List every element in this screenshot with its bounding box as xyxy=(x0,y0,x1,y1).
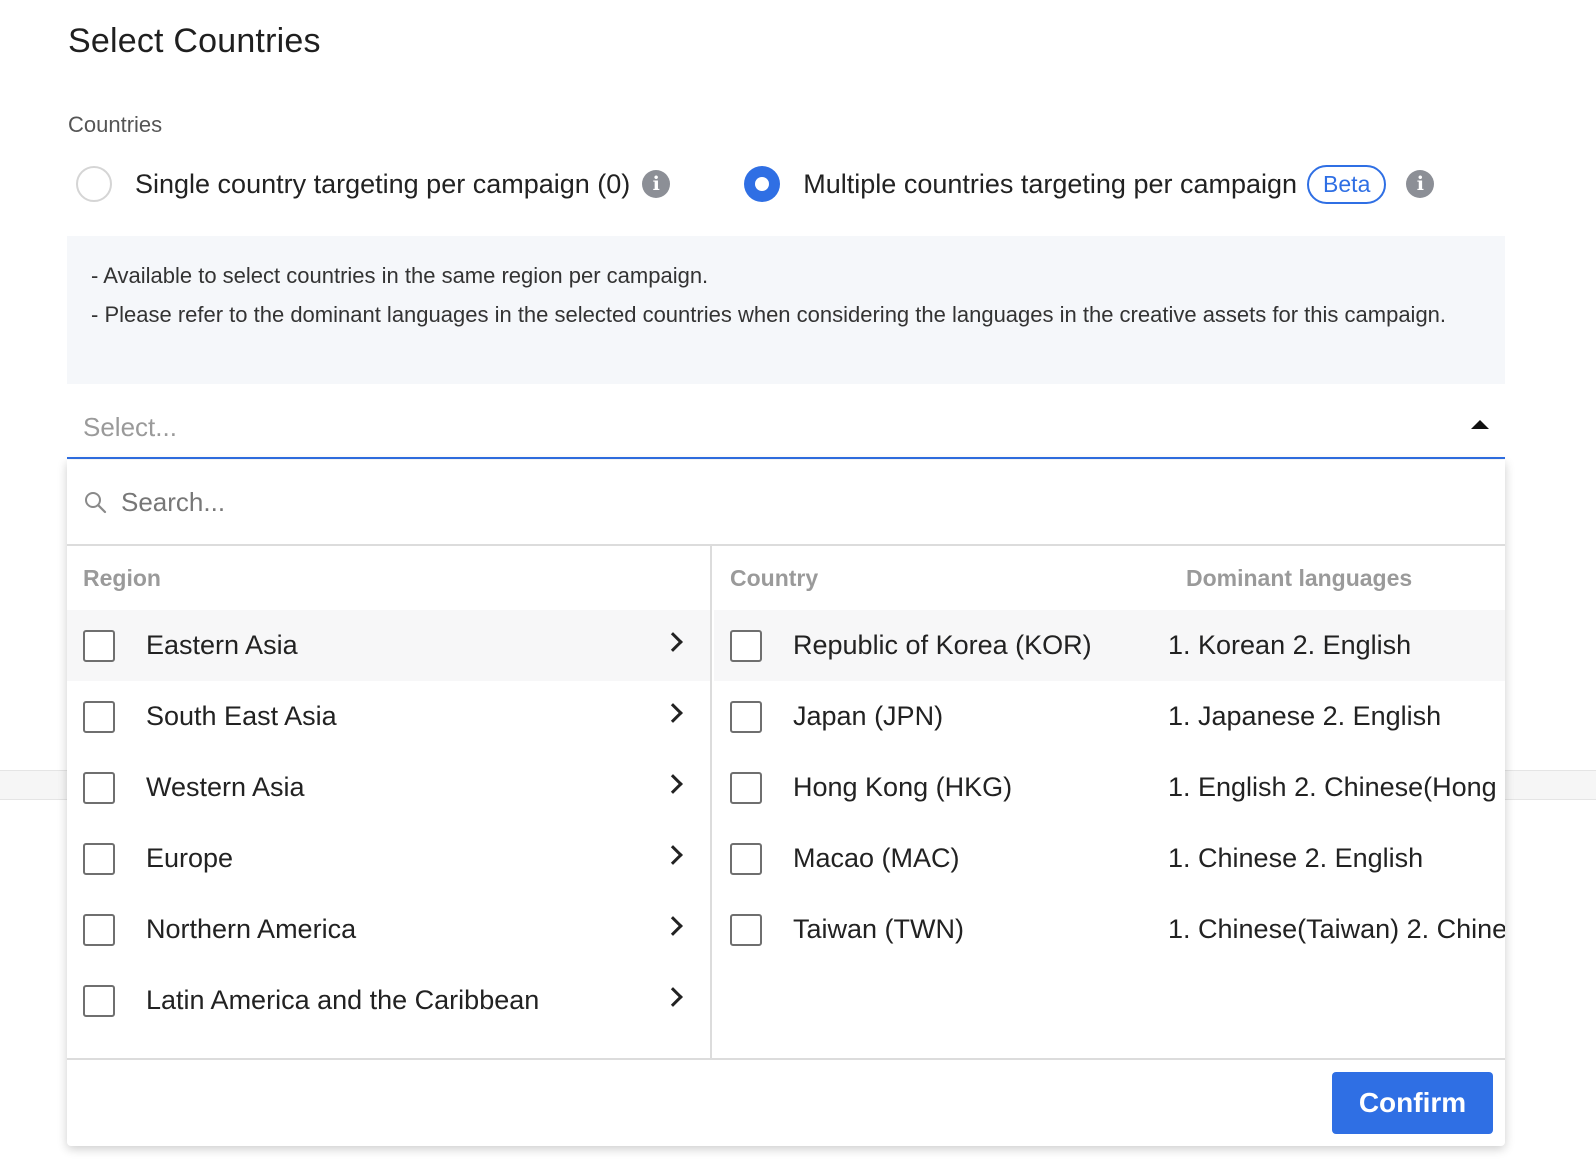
country-languages: 1. Japanese 2. English xyxy=(1168,701,1442,731)
country-list: Republic of Korea (KOR) 1. Korean 2. Engl… xyxy=(714,610,1505,965)
chevron-right-icon[interactable] xyxy=(663,632,683,652)
beta-badge: Beta xyxy=(1307,164,1387,204)
select-placeholder: Select... xyxy=(83,412,177,442)
country-languages: 1. Chinese 2. English xyxy=(1168,843,1424,873)
single-country-radio[interactable] xyxy=(76,166,112,202)
region-row[interactable]: Eastern Asia xyxy=(67,610,710,681)
page-title: Select Countries xyxy=(68,22,321,60)
country-checkbox[interactable] xyxy=(730,842,762,875)
country-name[interactable]: Hong Kong (HKG) xyxy=(793,772,1165,803)
chevron-right-icon[interactable] xyxy=(663,916,683,936)
single-country-option[interactable]: Single country targeting per campaign (0… xyxy=(76,166,671,202)
region-row[interactable]: Latin America and the Caribbean xyxy=(67,965,710,1036)
confirm-button[interactable]: Confirm xyxy=(1332,1072,1493,1134)
region-checkbox[interactable] xyxy=(83,700,115,733)
country-name[interactable]: Macao (MAC) xyxy=(793,843,1165,874)
region-row[interactable]: Europe xyxy=(67,823,710,894)
chevron-right-icon[interactable] xyxy=(663,703,683,723)
chevron-right-icon[interactable] xyxy=(663,845,683,865)
region-label[interactable]: Europe xyxy=(146,843,233,874)
country-panel: Country Dominant languages Republic of K… xyxy=(714,546,1505,1058)
multiple-countries-option[interactable]: Multiple countries targeting per campaig… xyxy=(744,164,1435,204)
countries-section-label: Countries xyxy=(68,112,163,137)
country-checkbox[interactable] xyxy=(730,700,762,733)
country-column-header: Country Dominant languages xyxy=(714,546,1505,610)
region-checkbox[interactable] xyxy=(83,842,115,875)
region-header-label: Region xyxy=(83,565,161,591)
region-label[interactable]: South East Asia xyxy=(146,701,337,732)
region-checkbox[interactable] xyxy=(83,771,115,804)
search-input[interactable] xyxy=(121,480,821,524)
dropdown-footer: Confirm xyxy=(67,1058,1505,1146)
region-label[interactable]: Eastern Asia xyxy=(146,630,298,661)
region-column-header: Region xyxy=(67,546,710,610)
country-header-label: Country xyxy=(730,565,819,591)
single-country-label[interactable]: Single country targeting per campaign (0… xyxy=(135,169,630,200)
country-row[interactable]: Hong Kong (HKG) 1. English 2. Chinese(Hon… xyxy=(714,752,1505,823)
country-name[interactable]: Japan (JPN) xyxy=(793,701,1165,732)
region-checkbox[interactable] xyxy=(83,984,115,1017)
country-row[interactable]: Japan (JPN) 1. Japanese 2. English xyxy=(714,681,1505,752)
country-checkbox[interactable] xyxy=(730,771,762,804)
country-languages: 1. English 2. Chinese(Hong xyxy=(1168,772,1497,802)
region-row-partial[interactable] xyxy=(67,1036,710,1058)
region-row[interactable]: Northern America xyxy=(67,894,710,965)
country-languages: 1. Chinese(Taiwan) 2. Chine xyxy=(1168,914,1505,944)
caret-up-icon[interactable] xyxy=(1471,420,1489,429)
notice-line: - Available to select countries in the s… xyxy=(91,263,709,288)
chevron-right-icon[interactable] xyxy=(663,987,683,1007)
country-languages: 1. Korean 2. English xyxy=(1168,630,1412,660)
chevron-right-icon[interactable] xyxy=(663,774,683,794)
region-row[interactable]: Western Asia xyxy=(67,752,710,823)
multiple-countries-label[interactable]: Multiple countries targeting per campaig… xyxy=(803,169,1297,200)
country-checkbox[interactable] xyxy=(730,629,762,662)
info-icon[interactable]: i xyxy=(642,170,671,198)
country-checkbox[interactable] xyxy=(730,913,762,946)
region-list: Eastern Asia South East Asia Western Asia E… xyxy=(67,610,710,1058)
country-row[interactable]: Republic of Korea (KOR) 1. Korean 2. Engl… xyxy=(714,610,1505,681)
countries-select[interactable]: Select... xyxy=(67,398,1505,459)
country-row[interactable]: Taiwan (TWN) 1. Chinese(Taiwan) 2. Chine xyxy=(714,894,1505,965)
region-label[interactable]: Northern America xyxy=(146,914,356,945)
search-row xyxy=(67,460,1505,546)
region-checkbox[interactable] xyxy=(83,629,115,662)
languages-header-label: Dominant languages xyxy=(1186,565,1413,591)
region-label[interactable]: Western Asia xyxy=(146,772,305,803)
region-checkbox[interactable] xyxy=(83,913,115,946)
countries-dropdown: Region Eastern Asia South East Asia Wester… xyxy=(67,460,1505,1146)
search-icon xyxy=(85,492,107,514)
notice-box: - Available to select countries in the s… xyxy=(67,236,1505,384)
country-name[interactable]: Taiwan (TWN) xyxy=(793,914,1165,945)
info-icon[interactable]: i xyxy=(1406,170,1435,198)
region-row[interactable]: South East Asia xyxy=(67,681,710,752)
targeting-options: Single country targeting per campaign (0… xyxy=(76,162,1536,206)
country-name[interactable]: Republic of Korea (KOR) xyxy=(793,630,1165,661)
region-label[interactable]: Latin America and the Caribbean xyxy=(146,985,539,1016)
multiple-countries-radio[interactable] xyxy=(744,166,781,202)
country-row[interactable]: Macao (MAC) 1. Chinese 2. English xyxy=(714,823,1505,894)
notice-line: - Please refer to the dominant languages… xyxy=(91,302,1447,327)
region-panel: Region Eastern Asia South East Asia Wester… xyxy=(67,546,712,1058)
